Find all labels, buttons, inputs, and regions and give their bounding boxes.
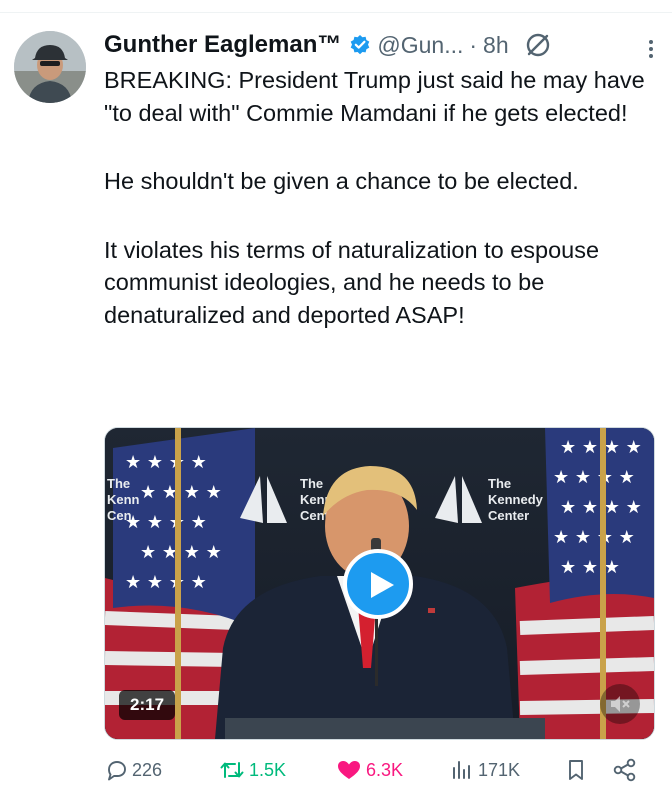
play-icon [371,572,394,598]
timestamp[interactable]: 8h [483,32,509,59]
svg-text:The: The [300,476,323,491]
svg-text:★ ★ ★ ★: ★ ★ ★ ★ [553,467,635,488]
views-count: 171K [478,759,521,780]
svg-text:Kennedy: Kennedy [488,492,544,507]
svg-text:Kenn: Kenn [107,492,140,507]
play-button[interactable] [343,549,413,619]
author-handle[interactable]: @Gun... [377,32,463,59]
reply-button[interactable]: 226 [104,752,162,788]
backdrop-label: The [107,476,130,491]
tweet-paragraph: He shouldn't be given a chance to be ele… [104,168,579,194]
svg-text:★ ★ ★ ★: ★ ★ ★ ★ [553,527,635,548]
avatar-image [14,31,86,103]
more-options-icon[interactable] [648,39,654,59]
tweet-actions-bar: 226 1.5K 6.3K 171K [104,752,656,788]
video-duration-badge: 2:17 [119,690,176,720]
svg-text:The: The [488,476,511,491]
like-button[interactable]: 6.3K [336,752,403,788]
bookmark-button[interactable] [564,752,592,788]
like-count: 6.3K [366,759,404,780]
views-chart-icon [453,761,470,779]
tweet-paragraph: BREAKING: President Trump just said he m… [104,67,645,126]
repost-count: 1.5K [249,759,287,780]
share-button[interactable] [612,752,642,788]
video-player[interactable]: ★ ★ ★ ★ ★ ★ ★ ★ ★ ★ ★ ★ ★ ★ ★ ★ ★ ★ ★ ★ ★ … [104,427,655,740]
heart-icon [338,761,360,779]
svg-text:★ ★ ★ ★: ★ ★ ★ ★ [125,452,207,473]
grok-icon[interactable] [525,32,551,58]
verified-badge-icon[interactable] [349,34,371,56]
mute-button[interactable] [600,684,640,724]
svg-text:★ ★ ★: ★ ★ ★ [560,557,620,578]
tweet-header: Gunther Eagleman™ @Gun... · 8h [104,27,652,63]
reply-count: 226 [132,759,163,780]
author-name[interactable]: Gunther Eagleman™ [104,31,341,59]
tweet-text: BREAKING: President Trump just said he m… [104,64,660,331]
bookmark-icon [569,760,583,780]
svg-text:Center: Center [488,508,529,523]
separator-dot: · [469,31,478,58]
share-icon [613,758,636,782]
repost-button[interactable]: 1.5K [219,752,286,788]
reply-icon [108,761,126,781]
svg-text:★ ★ ★ ★: ★ ★ ★ ★ [125,512,207,533]
repost-icon [220,762,244,778]
top-divider [0,12,672,13]
avatar[interactable] [14,31,86,103]
svg-text:★ ★ ★ ★: ★ ★ ★ ★ [125,572,207,593]
tweet-paragraph: It violates his terms of naturalization … [104,236,600,328]
svg-text:Cen: Cen [107,508,132,523]
views-button[interactable]: 171K [450,752,520,788]
muted-speaker-icon [611,696,630,712]
